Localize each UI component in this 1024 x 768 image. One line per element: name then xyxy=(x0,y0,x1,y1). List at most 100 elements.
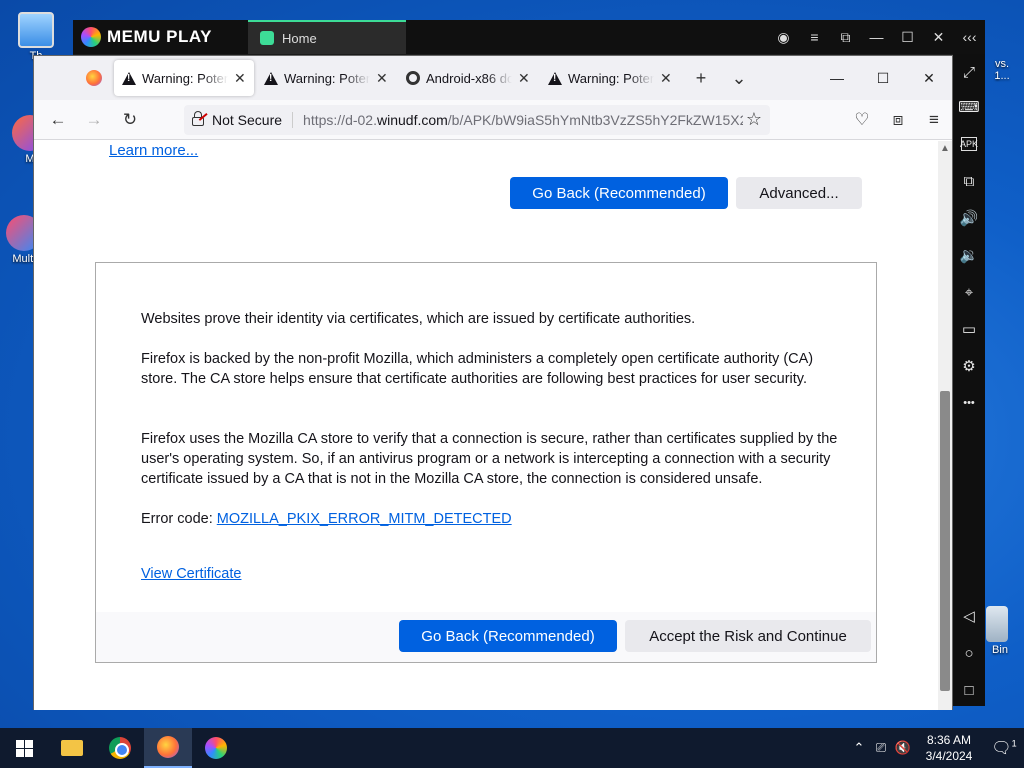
firefox-view-button[interactable] xyxy=(74,56,114,100)
firefox-icon xyxy=(157,736,179,758)
folder-icon xyxy=(61,740,83,756)
taskbar-firefox[interactable] xyxy=(144,728,192,768)
back-arrow-icon[interactable]: ← xyxy=(40,104,76,136)
folder-icon[interactable]: ▭ xyxy=(957,317,981,341)
home-icon[interactable]: ○ xyxy=(957,641,981,665)
firefox-window: Warning: Potential Security Risk Ahead ✕… xyxy=(33,55,953,710)
memu-titlebar: MEMU PLAY Home ◉ ≡ ⧉ — ☐ ✕ ‹‹‹ xyxy=(73,20,985,54)
system-tray: ⌃ ⎚ 🔇 8:36 AM 3/4/2024 🗨1 xyxy=(848,732,1024,764)
chevron-up-icon[interactable]: ⌃ xyxy=(848,740,870,756)
volume-down-icon[interactable]: 🔉 xyxy=(957,243,981,267)
maximize-icon[interactable]: ☐ xyxy=(860,56,906,100)
view-certificate-link[interactable]: View Certificate xyxy=(141,566,241,582)
advanced-panel-footer: Go Back (Recommended) Accept the Risk an… xyxy=(96,612,876,662)
tab-bar: Warning: Potential Security Risk Ahead ✕… xyxy=(34,56,952,100)
go-back-button-top[interactable]: Go Back (Recommended) xyxy=(510,177,728,209)
url-prefix: https://d-02. xyxy=(303,111,377,128)
location-icon[interactable]: ⌖ xyxy=(957,280,981,304)
close-tab-icon[interactable]: ✕ xyxy=(376,70,388,87)
desktop-icon-vs[interactable]: vs. 1... xyxy=(980,58,1024,82)
firefox-icon xyxy=(86,70,102,86)
maximize-icon[interactable]: ☐ xyxy=(892,20,923,54)
learn-more-link[interactable]: Learn more... xyxy=(109,142,198,159)
clock-time: 8:36 AM xyxy=(926,733,972,747)
close-tab-icon[interactable]: ✕ xyxy=(660,70,672,87)
notification-count: 1 xyxy=(1011,738,1017,749)
go-back-button-bottom[interactable]: Go Back (Recommended) xyxy=(399,620,617,652)
more-icon[interactable]: ••• xyxy=(957,391,981,415)
close-tab-icon[interactable]: ✕ xyxy=(518,70,530,87)
taskbar-chrome[interactable] xyxy=(96,728,144,768)
volume-muted-icon[interactable]: 🔇 xyxy=(892,740,914,756)
url-domain: winudf.com xyxy=(376,111,448,128)
memu-logo: MEMU PLAY xyxy=(73,27,248,47)
chrome-icon xyxy=(109,737,131,759)
tab-warning-2[interactable]: Warning: Potential Security Risk Ahead ✕ xyxy=(256,60,396,96)
extensions-icon[interactable]: ⧈ xyxy=(880,104,916,136)
keyboard-icon[interactable]: ⌨ xyxy=(957,95,981,119)
multi-window-icon[interactable]: ⧉ xyxy=(957,169,981,193)
clock[interactable]: 8:36 AM 3/4/2024 xyxy=(914,732,984,764)
tab-label: Android-x86 download xyxy=(426,70,512,86)
start-button[interactable] xyxy=(0,728,48,768)
tab-label: Warning: Potential Security Risk Ahead xyxy=(568,70,654,86)
volume-up-icon[interactable]: 🔊 xyxy=(957,206,981,230)
scrollbar-thumb[interactable] xyxy=(940,391,950,691)
insecure-lock-icon[interactable] xyxy=(192,111,204,126)
hamburger-menu-icon[interactable]: ≡ xyxy=(916,104,952,136)
close-tab-icon[interactable]: ✕ xyxy=(234,70,246,87)
url-text[interactable]: https://d-02.winudf.com/b/APK/bW9iaS5hYm… xyxy=(303,112,743,128)
collapse-icon[interactable]: ‹‹‹ xyxy=(954,20,985,54)
tab-label: Warning: Potential Security Risk Ahead xyxy=(142,70,228,86)
tab-android-x86[interactable]: Android-x86 download ✕ xyxy=(398,60,538,96)
minimize-icon[interactable]: — xyxy=(814,56,860,100)
loading-icon xyxy=(406,71,420,85)
accept-risk-button[interactable]: Accept the Risk and Continue xyxy=(625,620,871,652)
page-scrollbar[interactable]: ▲ xyxy=(938,141,952,710)
scroll-up-icon[interactable]: ▲ xyxy=(940,143,950,154)
account-icon[interactable]: ◉ xyxy=(768,20,799,54)
back-icon[interactable]: ◁ xyxy=(957,604,981,628)
advanced-panel: Websites prove their identity via certif… xyxy=(95,262,877,663)
close-icon[interactable]: ✕ xyxy=(906,56,952,100)
bookmark-star-icon[interactable]: ☆ xyxy=(746,109,762,130)
close-icon[interactable]: ✕ xyxy=(923,20,954,54)
clock-date: 3/4/2024 xyxy=(925,749,973,763)
apk-icon[interactable]: APK xyxy=(960,137,978,151)
not-secure-label[interactable]: Not Secure xyxy=(212,111,294,128)
new-tab-button[interactable]: + xyxy=(682,60,720,96)
forward-arrow-icon[interactable]: → xyxy=(76,104,112,136)
reload-icon[interactable]: ↻ xyxy=(112,104,148,136)
pocket-icon[interactable]: ♡ xyxy=(844,104,880,136)
list-tabs-chevron-icon[interactable]: ⌄ xyxy=(720,60,758,96)
memu-logo-text: MEMU PLAY xyxy=(107,27,212,46)
desktop-icon-label: 1... xyxy=(994,70,1010,82)
toolbar-right: ♡ ⧈ ≡ xyxy=(844,104,952,136)
url-bar[interactable]: Not Secure https://d-02.winudf.com/b/APK… xyxy=(184,104,770,135)
screen-icon[interactable]: ⧉ xyxy=(830,20,861,54)
home-tab-icon xyxy=(260,31,274,45)
taskbar-file-explorer[interactable] xyxy=(48,728,96,768)
windows-logo-icon xyxy=(15,739,33,757)
tab-warning-3[interactable]: Warning: Potential Security Risk Ahead ✕ xyxy=(540,60,680,96)
fullscreen-icon[interactable]: ⤢ xyxy=(957,60,981,84)
recents-icon[interactable]: □ xyxy=(957,678,981,702)
error-code-label: Error code: xyxy=(141,511,217,527)
tab-label: Warning: Potential Security Risk Ahead xyxy=(284,70,370,86)
computer-icon xyxy=(18,12,54,48)
firefox-window-controls: — ☐ ✕ xyxy=(814,56,952,100)
mozilla-ca-paragraph: Firefox is backed by the non-profit Mozi… xyxy=(141,351,814,387)
memu-tab-home[interactable]: Home xyxy=(248,20,406,54)
warning-icon xyxy=(122,71,136,85)
warning-icon xyxy=(264,71,278,85)
notification-center-icon[interactable]: 🗨1 xyxy=(984,738,1024,758)
taskbar-memu[interactable] xyxy=(192,728,240,768)
advanced-button[interactable]: Advanced... xyxy=(736,177,862,209)
minimize-icon[interactable]: — xyxy=(861,20,892,54)
error-code-link[interactable]: MOZILLA_PKIX_ERROR_MITM_DETECTED xyxy=(217,511,512,527)
network-icon[interactable]: ⎚ xyxy=(870,740,892,756)
settings-icon[interactable]: ⚙ xyxy=(957,354,981,378)
certificate-paragraph: Websites prove their identity via certif… xyxy=(141,311,696,327)
menu-icon[interactable]: ≡ xyxy=(799,20,830,54)
tab-warning-1[interactable]: Warning: Potential Security Risk Ahead ✕ xyxy=(114,60,254,96)
